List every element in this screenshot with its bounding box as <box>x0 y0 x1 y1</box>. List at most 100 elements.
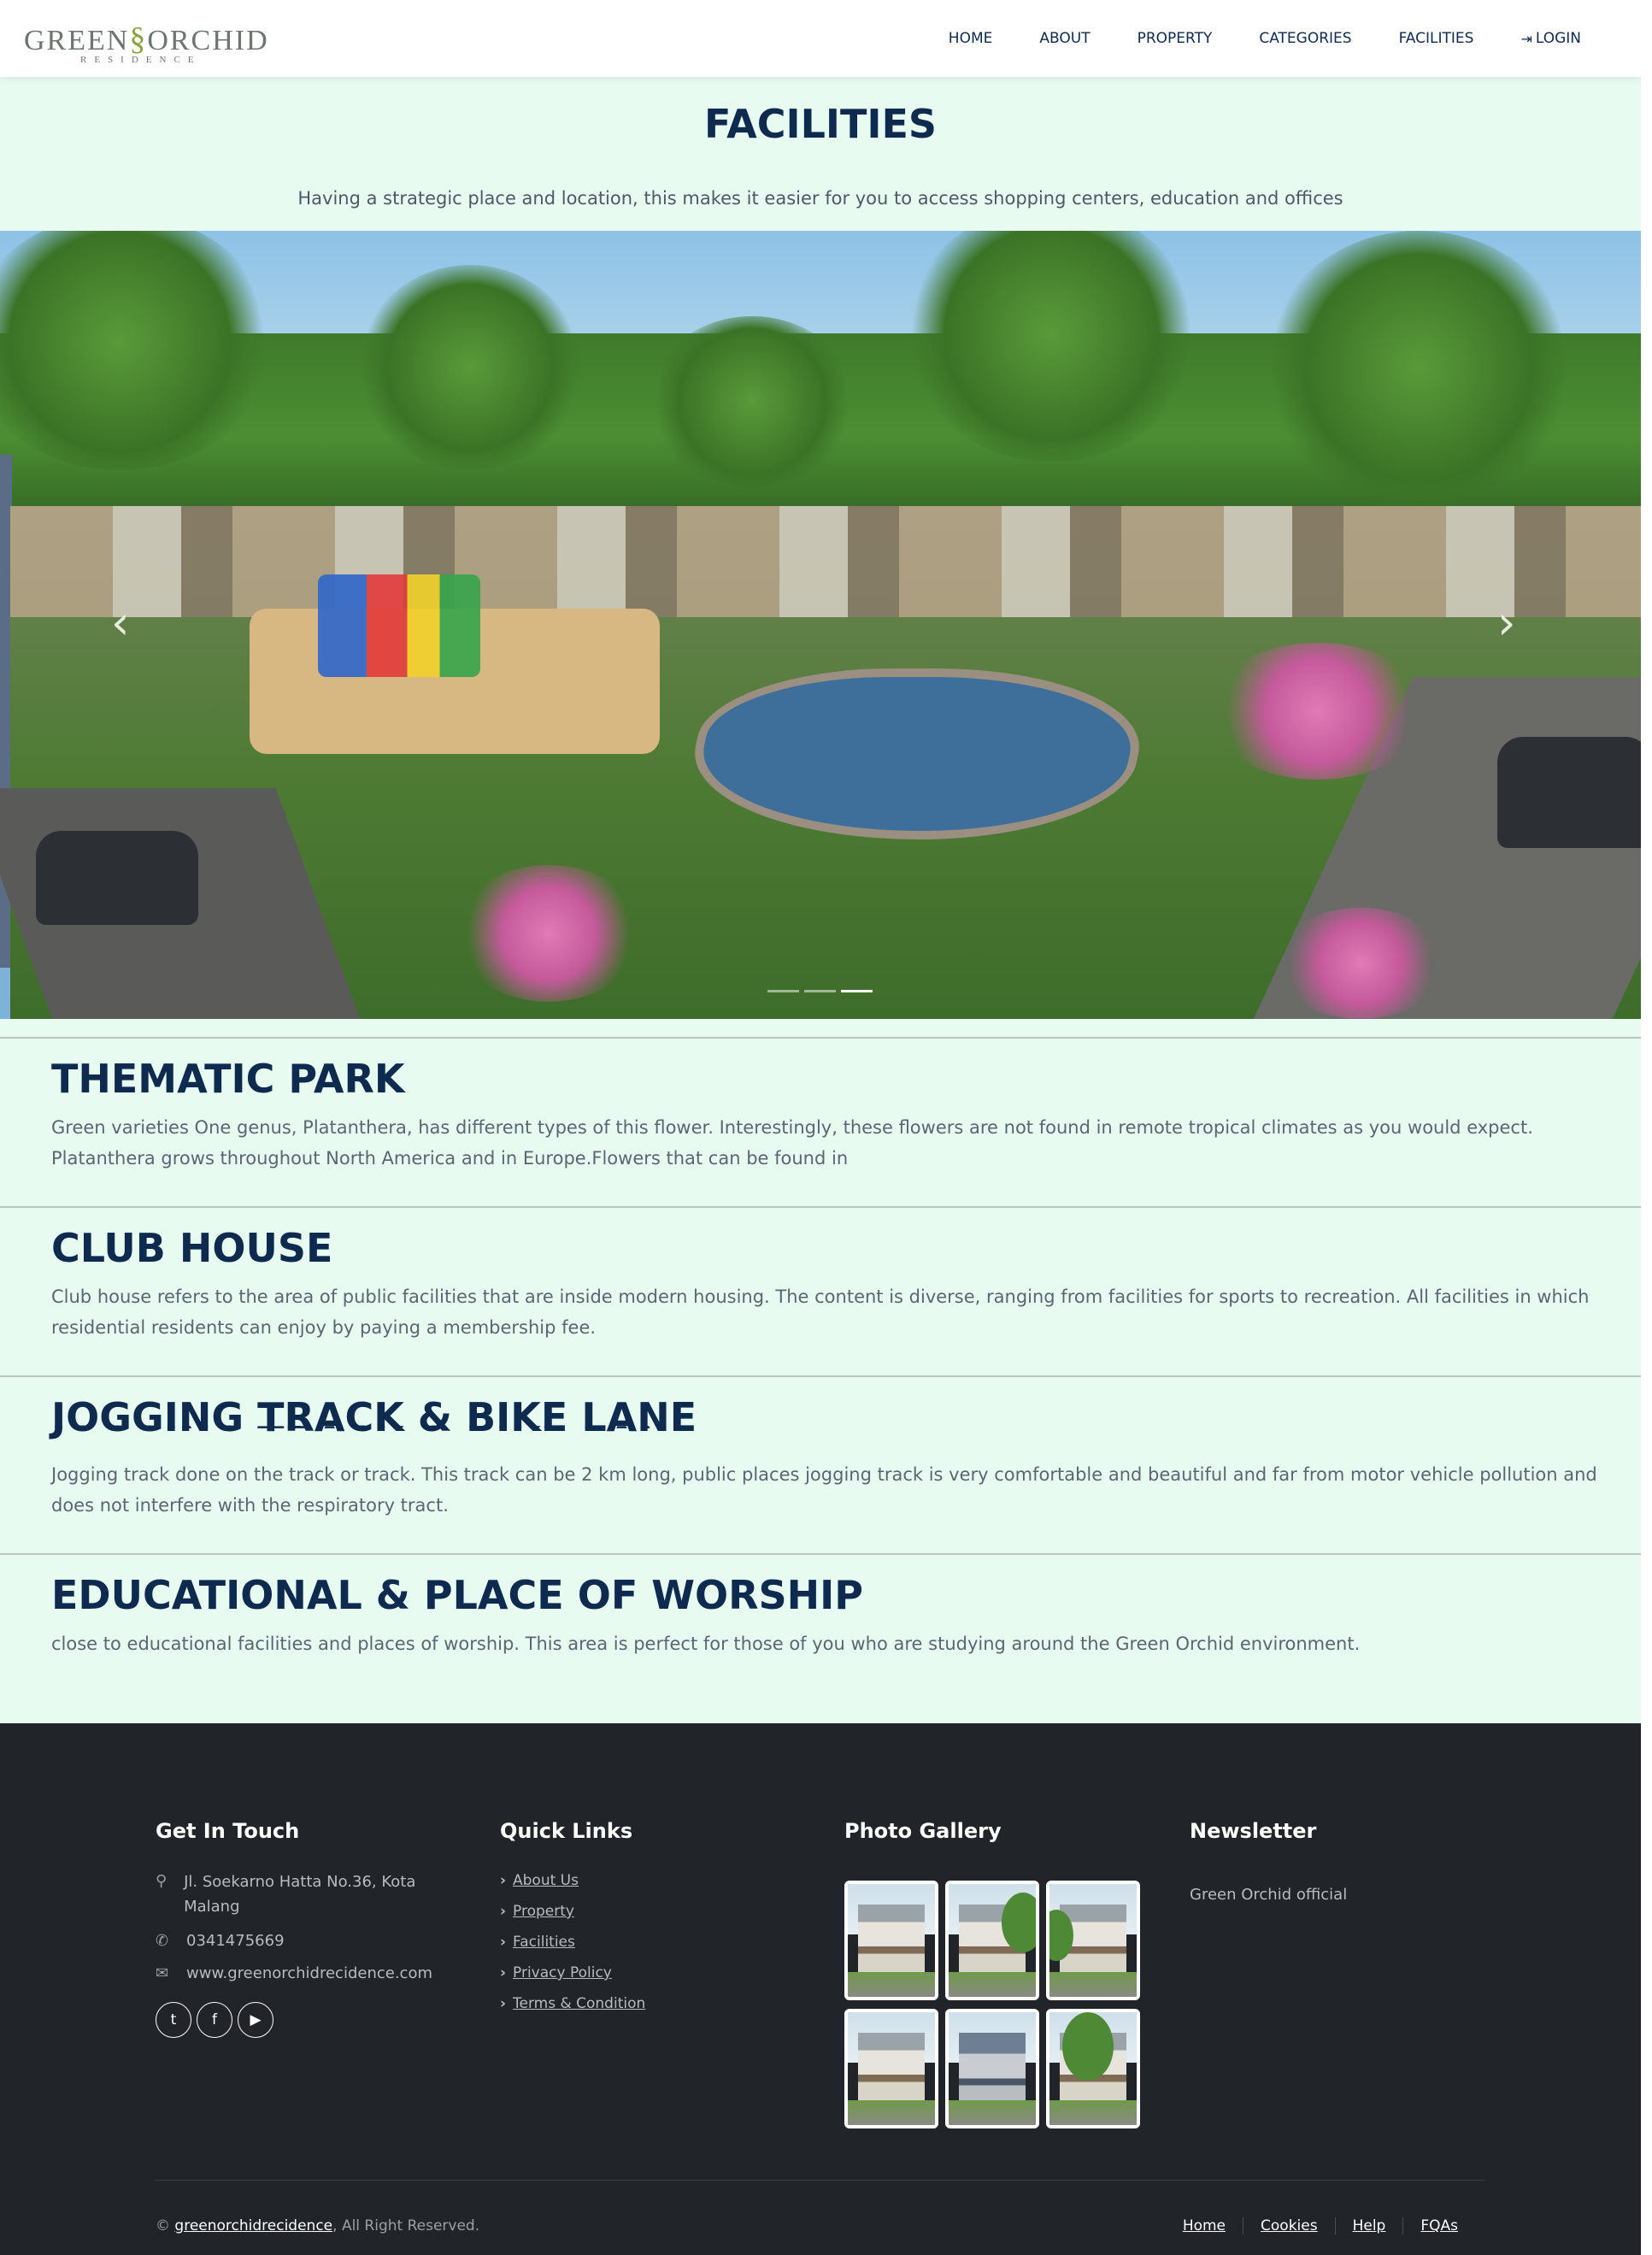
quick-link-label: Privacy Policy <box>513 1964 612 1981</box>
nav-categories[interactable]: CATEGORIES <box>1259 30 1351 47</box>
footer-heading-quick-links: Quick Links <box>500 1819 633 1843</box>
chevron-right-icon: › <box>500 1995 507 2012</box>
playground-equipment <box>318 574 480 677</box>
facilities-carousel[interactable]: ‹ › <box>0 231 1641 1019</box>
facility-title: CLUB HOUSE <box>51 1225 333 1271</box>
footer-phone: ✆ 0341475669 <box>156 1932 285 1950</box>
gallery-photo[interactable] <box>1046 2009 1140 2128</box>
nav-home[interactable]: HOME <box>949 30 993 47</box>
nav-property[interactable]: PROPERTY <box>1138 30 1213 47</box>
copyright: © greenorchidrecidence, All Right Reserv… <box>156 2217 479 2234</box>
page-title: FACILITIES <box>703 101 938 147</box>
gallery-photo[interactable] <box>945 2009 1039 2128</box>
nav-login-label: LOGIN <box>1535 30 1581 47</box>
facebook-icon[interactable]: f <box>197 2002 232 2038</box>
gallery-photo[interactable] <box>1046 1881 1140 2000</box>
flower-bed <box>455 865 643 1002</box>
carousel-indicator[interactable] <box>804 990 836 992</box>
chevron-right-icon: › <box>500 1964 507 1981</box>
chevron-right-icon: › <box>500 1903 507 1920</box>
palm-tree <box>359 265 581 470</box>
main-nav: HOME ABOUT PROPERTY CATEGORIES FACILITIE… <box>902 0 1581 77</box>
nav-facilities[interactable]: FACILITIES <box>1399 30 1474 47</box>
facility-club-house: CLUB HOUSE Club house refers to the area… <box>0 1206 1641 1375</box>
quick-link-facilities[interactable]: › Facilities <box>500 1934 645 1952</box>
footer-link-cookies[interactable]: Cookies <box>1243 2217 1335 2234</box>
phone-icon: ✆ <box>156 1932 169 1950</box>
carousel-next-button[interactable]: › <box>1497 600 1516 646</box>
nav-about[interactable]: ABOUT <box>1039 30 1090 47</box>
footer-website: ✉ www.greenorchidrecidence.com <box>156 1964 432 1982</box>
copyright-symbol: © <box>156 2217 170 2234</box>
quick-link-label: Facilities <box>513 1934 575 1951</box>
viewport-edge <box>1641 0 1652 2255</box>
chevron-right-icon: › <box>500 1934 507 1951</box>
site-header: GREEN§ORCHID RESIDENCE HOME ABOUT PROPER… <box>0 0 1641 77</box>
footer-link-home[interactable]: Home <box>1166 2217 1243 2234</box>
facility-description: Club house refers to the area of public … <box>51 1286 1590 1338</box>
quick-link-label: Terms & Condition <box>513 1995 646 2012</box>
flower-bed <box>1207 643 1429 780</box>
footer-heading-newsletter: Newsletter <box>1190 1819 1317 1843</box>
car <box>1497 737 1641 848</box>
quick-link-privacy[interactable]: › Privacy Policy <box>500 1964 645 1983</box>
newsletter-text: Green Orchid official <box>1190 1886 1348 1904</box>
facility-title: JOGGING TRACK & BIKE LANE <box>51 1394 697 1440</box>
logo-word-green: GREEN <box>24 25 130 56</box>
housing-row <box>10 506 1641 617</box>
quick-link-terms[interactable]: › Terms & Condition <box>500 1995 645 2014</box>
facility-description: Green varieties One genus, Platanthera, … <box>51 1117 1533 1169</box>
page-subtitle: Having a strategic place and location, t… <box>297 188 1343 209</box>
gallery-photo[interactable] <box>844 2009 938 2128</box>
carousel-indicator-active[interactable] <box>841 990 873 992</box>
copyright-text: , All Right Reserved. <box>332 2217 480 2234</box>
page: GREEN§ORCHID RESIDENCE HOME ABOUT PROPER… <box>0 0 1641 2255</box>
nav-login[interactable]: ⇥ LOGIN <box>1520 30 1581 47</box>
copyright-link[interactable]: greenorchidrecidence <box>174 2217 332 2234</box>
facility-description: Jogging track done on the track or track… <box>51 1464 1597 1516</box>
footer-divider <box>156 2180 1484 2181</box>
gallery-photo[interactable] <box>945 1881 1039 2000</box>
carousel-prev-button[interactable]: ‹ <box>111 600 130 646</box>
footer-bottom-links: Home Cookies Help FQAs <box>1166 2217 1475 2234</box>
facility-title: EDUCATIONAL & PLACE OF WORSHIP <box>51 1572 863 1618</box>
quick-link-label: About Us <box>513 1872 579 1889</box>
carousel-indicator[interactable] <box>767 990 799 992</box>
footer-heading-contact: Get In Touch <box>156 1819 300 1843</box>
pool <box>675 668 1157 839</box>
car <box>36 831 198 925</box>
quick-link-about[interactable]: › About Us <box>500 1872 645 1891</box>
quick-link-label: Property <box>513 1903 574 1920</box>
site-footer: Get In Touch ⚲ Jl. Soekarno Hatta No.36,… <box>0 1723 1641 2255</box>
facility-title: THEMATIC PARK <box>51 1056 405 1102</box>
footer-heading-gallery: Photo Gallery <box>844 1819 1002 1843</box>
quick-link-property[interactable]: › Property <box>500 1903 645 1922</box>
footer-link-faqs[interactable]: FQAs <box>1402 2217 1475 2234</box>
park-rendering <box>0 506 1641 1019</box>
logo[interactable]: GREEN§ORCHID RESIDENCE <box>24 10 267 67</box>
flower-bed <box>1275 908 1446 1019</box>
gallery-photo[interactable] <box>844 1881 938 2000</box>
social-links: t f ▶ <box>156 2002 273 2038</box>
logo-subtitle: RESIDENCE <box>80 55 202 65</box>
twitter-icon[interactable]: t <box>156 2002 191 2038</box>
footer-link-help[interactable]: Help <box>1334 2217 1403 2234</box>
orchid-swirl-icon: § <box>129 21 148 57</box>
footer-phone-text: 0341475669 <box>186 1932 285 1950</box>
map-pin-icon: ⚲ <box>156 1872 168 1890</box>
footer-website-text: www.greenorchidrecidence.com <box>186 1964 432 1982</box>
youtube-icon[interactable]: ▶ <box>238 2002 273 2038</box>
chevron-right-icon: › <box>500 1872 507 1889</box>
facility-description: close to educational facilities and plac… <box>51 1634 1361 1654</box>
footer-address-text: Jl. Soekarno Hatta No.36, Kota Malang <box>184 1873 416 1916</box>
facility-education-worship: EDUCATIONAL & PLACE OF WORSHIP close to … <box>0 1553 1641 1723</box>
envelope-icon: ✉ <box>156 1964 169 1982</box>
facility-title-ghost: JOGGING TRACK & BIKE LANE <box>51 1418 697 1464</box>
palm-tree <box>650 316 855 487</box>
footer-address: ⚲ Jl. Soekarno Hatta No.36, Kota Malang <box>156 1872 438 1919</box>
palm-tree <box>1265 231 1573 504</box>
carousel-indicators <box>767 990 873 992</box>
login-icon: ⇥ <box>1520 30 1532 47</box>
logo-word-orchid: ORCHID <box>147 25 269 56</box>
facility-jogging-track: JOGGING TRACK & BIKE LANE JOGGING TRACK … <box>0 1375 1641 1553</box>
